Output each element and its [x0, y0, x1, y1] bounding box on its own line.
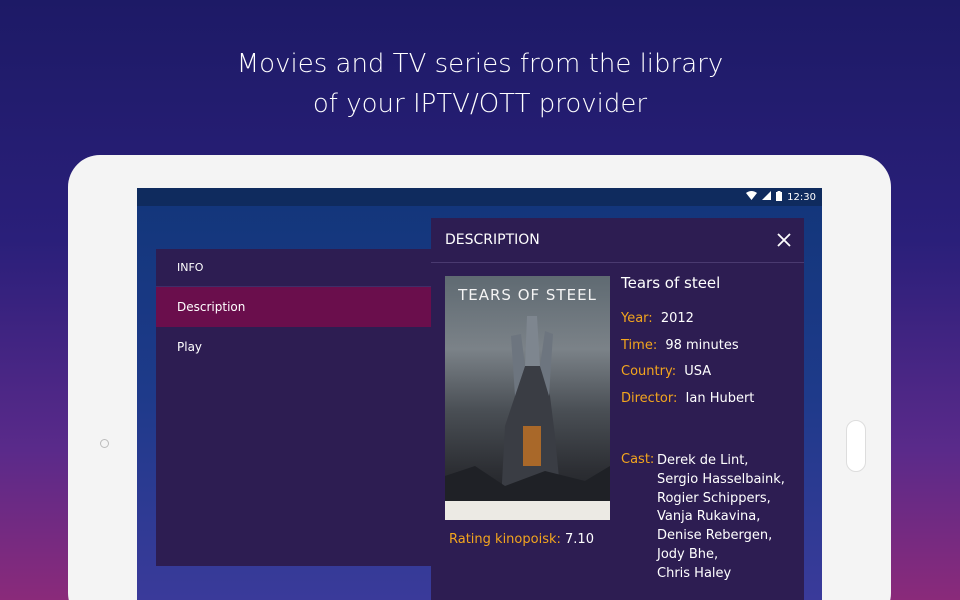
movie-poster: TEARS OF STEEL [445, 276, 610, 520]
cast-list: Derek de Lint, Sergio Hasselbaink, Rogie… [657, 452, 785, 584]
field-country: Country: USA [621, 364, 711, 379]
menu-item-label: Description [177, 300, 246, 314]
camera-dot [100, 439, 109, 448]
rating-label: Rating kinopoisk: [449, 532, 561, 547]
cast-member: Jody Bhe, [657, 546, 719, 562]
description-header: DESCRIPTION [431, 218, 804, 263]
battery-icon [776, 190, 783, 204]
cast-member: Vanja Rukavina, [657, 509, 761, 525]
field-director: Director: Ian Hubert [621, 391, 754, 406]
field-value: USA [684, 364, 712, 379]
menu-item-description[interactable]: Description [156, 287, 436, 327]
tablet-screen: 12:30 INFO Description Play DESCRIPTION … [137, 188, 822, 600]
status-bar: 12:30 [137, 188, 822, 206]
rating: Rating kinopoisk: 7.10 [449, 532, 594, 547]
headline-line-2: of your IPTV/OTT provider [312, 89, 648, 119]
field-label: Time: [621, 338, 658, 353]
field-value: 98 minutes [665, 338, 739, 353]
field-value: 2012 [660, 311, 694, 326]
field-time: Time: 98 minutes [621, 338, 739, 353]
headline-line-1: Movies and TV series from the library [236, 49, 724, 79]
info-menu-header: INFO [156, 249, 436, 287]
description-panel: DESCRIPTION TEARS OF STEEL Tears of stee… [431, 218, 804, 600]
field-year: Year: 2012 [621, 311, 694, 326]
poster-artwork [445, 316, 610, 520]
menu-item-play[interactable]: Play [156, 327, 436, 367]
wifi-icon [746, 191, 758, 203]
status-time: 12:30 [787, 191, 816, 203]
field-value: Ian Hubert [685, 391, 755, 406]
home-button[interactable] [846, 420, 866, 472]
cast-member: Sergio Hasselbaink, [657, 471, 785, 487]
description-header-title: DESCRIPTION [445, 232, 540, 248]
cast-label: Cast: [621, 452, 655, 467]
field-label: Director: [621, 391, 678, 406]
field-label: Year: [621, 311, 653, 326]
close-button[interactable] [764, 218, 804, 263]
movie-title: Tears of steel [621, 274, 721, 292]
promo-headline: Movies and TV series from the library of… [0, 44, 960, 124]
cast-member: Chris Haley [657, 565, 732, 581]
cast-member: Derek de Lint, [657, 453, 749, 468]
menu-item-label: Play [177, 340, 203, 354]
cast-member: Rogier Schippers, [657, 490, 771, 506]
cast-member: Denise Rebergen, [657, 528, 773, 544]
info-menu: INFO Description Play [156, 249, 436, 566]
signal-icon [762, 191, 772, 203]
close-icon [777, 233, 791, 247]
field-label: Country: [621, 364, 677, 379]
rating-value: 7.10 [565, 532, 594, 547]
